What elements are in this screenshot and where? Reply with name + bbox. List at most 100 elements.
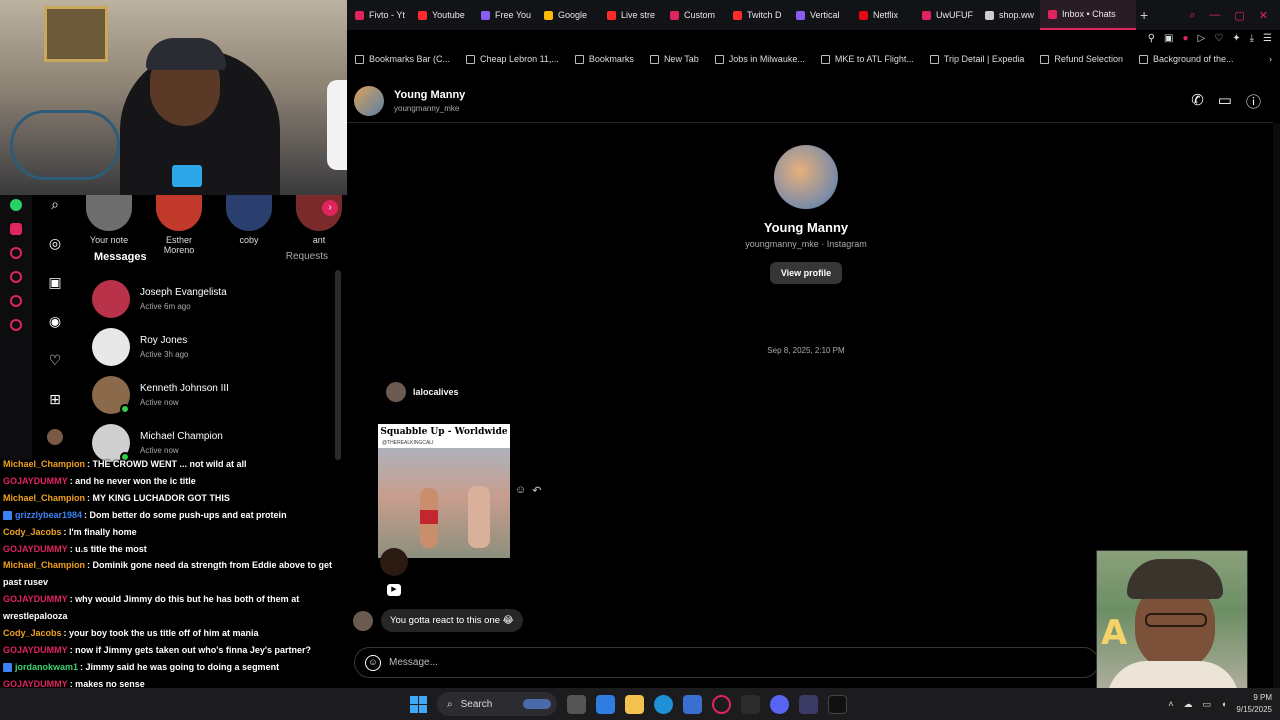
- new-tab-button[interactable]: +: [1140, 7, 1148, 23]
- chat-text: : Dom better do some push-ups and eat pr…: [84, 509, 287, 520]
- browser-tab[interactable]: Live stre: [599, 0, 662, 30]
- browser-tab[interactable]: shop.ww: [977, 0, 1040, 30]
- windows-start-icon[interactable]: [410, 695, 427, 713]
- play-icon[interactable]: ▷: [1198, 33, 1206, 44]
- obs-icon[interactable]: [741, 694, 760, 714]
- browser-tab[interactable]: Twitch D: [725, 0, 788, 30]
- app-icon[interactable]: [799, 694, 818, 714]
- instagram-icon[interactable]: [10, 223, 22, 235]
- react-icon[interactable]: ☺: [515, 484, 526, 497]
- browser-tab[interactable]: Youtube: [410, 0, 473, 30]
- shared-reel-card[interactable]: Squabble Up - Worldwide @THEREALKINGCALI: [378, 424, 510, 558]
- extensions-icon[interactable]: ✦: [1232, 33, 1240, 44]
- note-item[interactable]: coby: [224, 195, 274, 245]
- browser-tab[interactable]: Fivto - Yt: [347, 0, 410, 30]
- file-explorer-icon[interactable]: [625, 694, 644, 714]
- inbox-scrollbar[interactable]: [335, 270, 341, 460]
- search-icon[interactable]: ⌕: [46, 195, 64, 213]
- browser-tab[interactable]: UwUFUF: [914, 0, 977, 30]
- conversation-avatar: [92, 328, 130, 366]
- reels-icon[interactable]: ▣: [46, 273, 64, 291]
- bookmark-item[interactable]: Cheap Lebron 11,...: [458, 54, 567, 64]
- store-icon[interactable]: [683, 694, 702, 714]
- task-view-icon[interactable]: [567, 694, 586, 714]
- edge-icon[interactable]: [654, 694, 673, 714]
- bookmark-item[interactable]: Trip Detail | Expedia: [922, 54, 1033, 64]
- ai-icon[interactable]: [10, 295, 22, 307]
- conversation-scrollbar[interactable]: [1273, 123, 1280, 688]
- sender-avatar: [353, 610, 373, 631]
- chat-message: Cody_Jacobs: your boy took the us title …: [3, 625, 347, 642]
- tab-favicon-icon: [985, 10, 994, 20]
- bookmark-icon: [714, 54, 724, 64]
- browser-tab[interactable]: Netflix: [851, 0, 914, 30]
- note-item[interactable]: Your note: [84, 195, 134, 245]
- emoji-icon[interactable]: ☺: [365, 654, 381, 671]
- notes-next-button[interactable]: ›: [322, 200, 338, 216]
- conversation-item[interactable]: Roy Jones Active 3h ago: [92, 323, 332, 371]
- browser-tab[interactable]: Google: [536, 0, 599, 30]
- messenger-icon[interactable]: ◉: [46, 312, 64, 330]
- conversation-item[interactable]: Kenneth Johnson III Active now: [92, 371, 332, 419]
- cloud-icon[interactable]: ☁: [1183, 698, 1192, 710]
- opera-gx-icon[interactable]: [712, 694, 731, 714]
- minimize-icon[interactable]: —: [1209, 9, 1220, 22]
- contact-name[interactable]: Young Manny: [394, 89, 465, 101]
- window-controls: ⌕ — ▢ ✕: [1189, 9, 1280, 22]
- bookmarks-more-button[interactable]: ›: [1269, 54, 1280, 64]
- browser-tab[interactable]: Vertical: [788, 0, 851, 30]
- history-icon[interactable]: [10, 271, 22, 283]
- whatsapp-icon[interactable]: [10, 199, 22, 211]
- search-icon[interactable]: ⌕: [1189, 9, 1195, 22]
- video-call-icon[interactable]: ▭: [1218, 91, 1232, 112]
- bookmark-label: Cheap Lebron 11,...: [480, 54, 559, 64]
- browser-tab[interactable]: Custom: [662, 0, 725, 30]
- copilot-icon[interactable]: [596, 694, 615, 714]
- heart-icon[interactable]: ♡: [1214, 33, 1223, 44]
- note-item[interactable]: Esther Moreno: [154, 195, 204, 255]
- view-profile-button[interactable]: View profile: [769, 262, 843, 284]
- pin-icon[interactable]: ⚲: [1148, 33, 1155, 44]
- note-item[interactable]: ant: [294, 195, 344, 245]
- reply-icon[interactable]: ↶: [532, 484, 541, 497]
- requests-link[interactable]: Requests: [286, 251, 328, 263]
- contact-avatar[interactable]: [354, 86, 384, 116]
- shared-post-author[interactable]: lalocalives: [386, 382, 459, 402]
- message-input[interactable]: [389, 657, 989, 668]
- settings-icon[interactable]: [10, 319, 22, 331]
- explore-icon[interactable]: ◎: [46, 234, 64, 252]
- bookmark-item[interactable]: Bookmarks: [567, 54, 642, 64]
- clock-time: 9 PM: [1253, 693, 1272, 702]
- bookmark-item[interactable]: Jobs in Milwauke...: [707, 54, 813, 64]
- bookmark-item[interactable]: MKE to ATL Flight...: [813, 54, 922, 64]
- bookmark-item[interactable]: New Tab: [642, 54, 707, 64]
- chevron-up-icon[interactable]: ˄: [1168, 698, 1173, 710]
- conversation-item[interactable]: Joseph Evangelista Active 6m ago: [92, 275, 332, 323]
- player-icon[interactable]: [10, 247, 22, 259]
- conversation-avatar: [92, 376, 130, 414]
- menu-icon[interactable]: ☰: [1263, 33, 1272, 44]
- phone-icon[interactable]: ✆: [1191, 91, 1204, 112]
- taskbar-search[interactable]: ⌕ Search: [437, 692, 557, 716]
- extension-icon[interactable]: ●: [1183, 33, 1189, 44]
- download-icon[interactable]: ⤓: [1250, 33, 1254, 44]
- snapshot-icon[interactable]: ▣: [1164, 33, 1173, 44]
- bookmark-item[interactable]: Refund Selection: [1032, 54, 1131, 64]
- network-icon[interactable]: ▭: [1202, 698, 1211, 710]
- info-icon[interactable]: ⓘ: [1246, 91, 1261, 112]
- close-icon[interactable]: ✕: [1259, 9, 1268, 22]
- browser-tab[interactable]: Free You: [473, 0, 536, 30]
- message-bubble[interactable]: You gotta react to this one 😂: [381, 609, 523, 632]
- instagram-nav: ⌕ ◎ ▣ ◉ ♡ ⊞: [32, 195, 78, 460]
- create-icon[interactable]: ⊞: [46, 390, 64, 408]
- maximize-icon[interactable]: ▢: [1234, 9, 1244, 22]
- tiktok-icon[interactable]: [828, 694, 847, 714]
- volume-icon[interactable]: ◖: [1221, 698, 1226, 710]
- browser-tab[interactable]: Inbox • Chats: [1040, 0, 1136, 30]
- discord-icon[interactable]: [770, 694, 789, 714]
- bookmark-item[interactable]: Bookmarks Bar (C...: [347, 54, 458, 64]
- bookmark-item[interactable]: Background of the...: [1131, 54, 1242, 64]
- clock[interactable]: 9 PM 9/15/2025: [1236, 692, 1272, 716]
- profile-avatar[interactable]: [47, 429, 63, 445]
- heart-icon[interactable]: ♡: [46, 351, 64, 369]
